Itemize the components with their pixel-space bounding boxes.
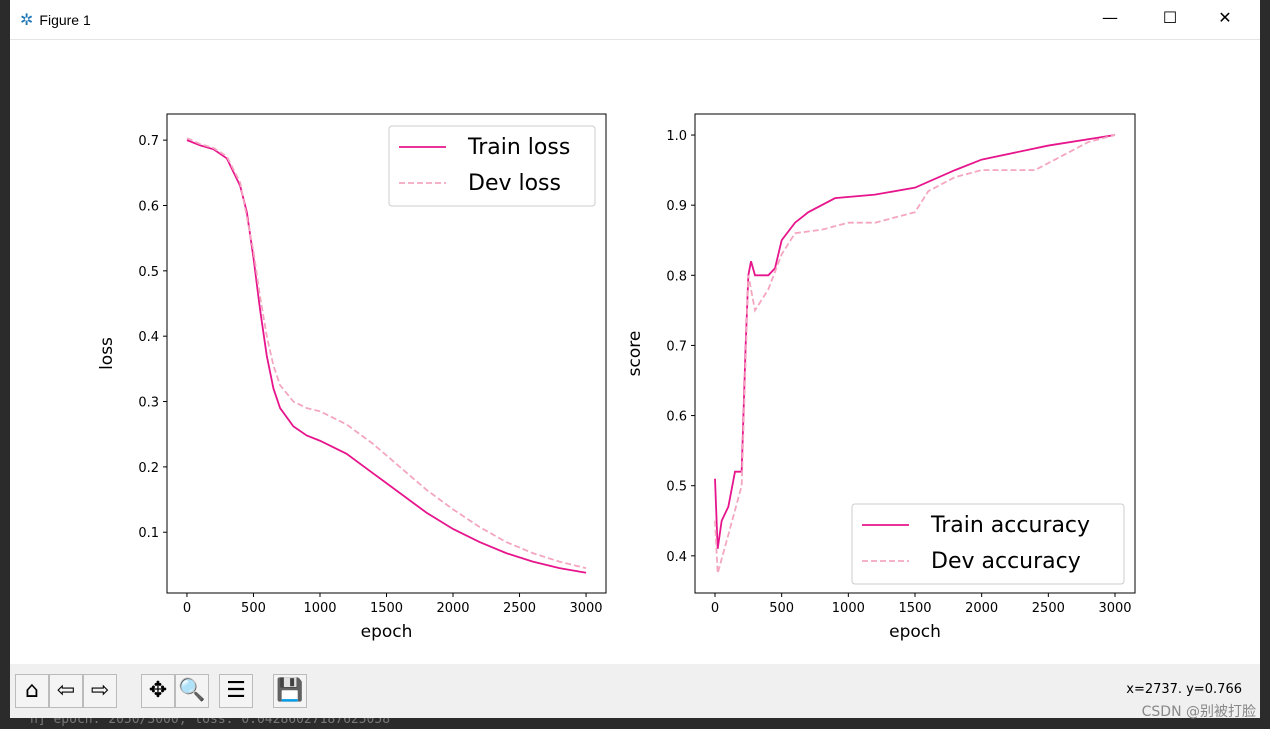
x-axis-label: epoch (889, 622, 941, 642)
y-axis-label: loss (97, 337, 117, 370)
x-tick-label: 3000 (569, 601, 602, 616)
figure-canvas: 0 500 1000 1500 2000 2500 3000 0.1 0.2 0.3 0.4 0.5 0… (97, 113, 1136, 642)
y-tick-label: 0.3 (138, 396, 159, 411)
y-tick-label: 0.8 (666, 269, 687, 284)
y-tick-label: 0.2 (138, 461, 159, 476)
x-tick-label: 3000 (1098, 601, 1131, 616)
y-tick-label: 0.1 (138, 526, 159, 541)
x-tick-label: 500 (769, 601, 794, 616)
x-tick-label: 2000 (965, 601, 998, 616)
y-tick-label: 0.6 (138, 199, 159, 214)
legend-label: Train accuracy (930, 513, 1090, 538)
y-tick-label: 0.5 (666, 480, 687, 495)
x-axis-label: epoch (361, 622, 413, 642)
y-tick-label: 0.9 (666, 199, 687, 214)
y-tick-label: 0.5 (138, 265, 159, 280)
home-button[interactable]: ⌂ (15, 674, 49, 708)
configure-subplots-button[interactable]: ☰ (219, 674, 253, 708)
forward-button[interactable]: ⇨ (83, 674, 117, 708)
zoom-button[interactable]: 🔍 (175, 674, 209, 708)
x-tick-label: 2500 (503, 601, 536, 616)
figure-window: ✲ Figure 1 — ☐ ✕ 0 500 1000 1500 2000 2500 300… (10, 0, 1260, 720)
legend-label: Dev loss (468, 171, 561, 196)
title-bar: ✲ Figure 1 — ☐ ✕ (10, 0, 1260, 40)
back-button[interactable]: ⇦ (49, 674, 83, 708)
x-tick-label: 1500 (898, 601, 931, 616)
x-tick-label: 1000 (832, 601, 865, 616)
y-tick-label: 0.4 (666, 550, 687, 565)
toolbar: ⌂ ⇦ ⇨ ✥ 🔍 ☰ 💾 x=2737. y=0.766 CSDN @别被打脸 (10, 664, 1260, 720)
legend-label: Train loss (467, 135, 570, 160)
x-tick-label: 1000 (303, 601, 336, 616)
close-button[interactable]: ✕ (1210, 8, 1240, 27)
y-tick-label: 0.4 (138, 330, 159, 345)
x-tick-label: 1500 (370, 601, 403, 616)
y-tick-label: 0.7 (138, 134, 159, 149)
cursor-coordinates: x=2737. y=0.766 (1126, 682, 1242, 697)
x-tick-label: 0 (711, 601, 719, 616)
window-title: Figure 1 (39, 11, 91, 28)
pan-button[interactable]: ✥ (141, 674, 175, 708)
x-tick-label: 500 (241, 601, 266, 616)
matplotlib-logo-icon: ✲ (20, 10, 34, 29)
watermark: CSDN @别被打脸 (1141, 704, 1256, 720)
series-line-train-accuracy (714, 134, 1116, 549)
y-axis-label: score (625, 331, 645, 377)
minimize-button[interactable]: — (1095, 8, 1125, 27)
x-tick-label: 0 (183, 601, 191, 616)
y-tick-label: 1.0 (666, 129, 687, 144)
y-tick-label: 0.7 (666, 339, 687, 354)
y-tick-label: 0.6 (666, 410, 687, 425)
x-tick-label: 2000 (436, 601, 469, 616)
x-tick-label: 2500 (1032, 601, 1065, 616)
legend-label: Dev accuracy (931, 549, 1081, 574)
save-button[interactable]: 💾 (273, 674, 307, 708)
maximize-button[interactable]: ☐ (1155, 8, 1185, 27)
